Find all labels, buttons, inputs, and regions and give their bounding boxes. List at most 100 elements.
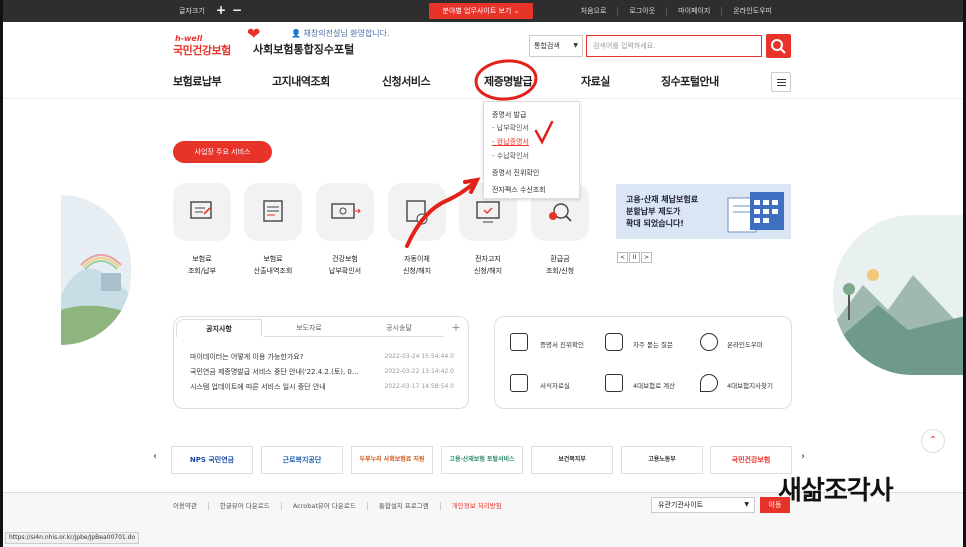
partner-durunuri[interactable]: 두루누리 사회보험료 지원 (351, 446, 433, 474)
notice-row-title[interactable]: 국민연금 제증명발급 서비스 중단 안내('22.4.2.(토), 0... (190, 367, 359, 377)
mypage-link[interactable]: 마이페이지 (666, 7, 721, 16)
nav-portal-guide[interactable]: 징수포털안내 (661, 73, 719, 89)
tab-public-notice[interactable]: 공시송달 (354, 319, 444, 337)
nav-resources[interactable]: 자료실 (581, 73, 610, 89)
service-auto-transfer-tile[interactable] (388, 183, 446, 241)
dropdown-item-efax[interactable]: 전자팩스 수신조회 (492, 185, 546, 195)
dropdown-item-full-payment-certificate[interactable]: - 완납증명서 (492, 137, 529, 147)
banner-line: 분할납부 제도가 (626, 207, 681, 216)
quick-link-branch-finder[interactable]: 4대보험지사찾기 (727, 380, 773, 390)
service-health-confirmation-tile[interactable] (316, 183, 374, 241)
scroll-top-button[interactable]: ⌃ (921, 429, 945, 453)
notice-row-title[interactable]: 시스템 업데이트에 따른 서비스 일시 중단 안내 (190, 382, 326, 392)
partners-prev-button[interactable]: ‹ (153, 451, 157, 462)
partner-comwel[interactable]: 근로복지공단 (261, 446, 343, 474)
quick-link-calculator[interactable]: 4대보험료 계산 (633, 380, 675, 390)
search-input[interactable]: 검색어를 입력하세요. (586, 35, 762, 57)
font-increase-button[interactable]: + (216, 3, 226, 17)
search-button[interactable] (766, 34, 791, 58)
partners-next-button[interactable]: › (801, 451, 805, 462)
notice-row-date: 2022-03-24 15:54:44.0 (384, 353, 454, 360)
related-sites-select[interactable]: 유관기관사이트 ▼ (651, 497, 755, 513)
main-services-button[interactable]: 사업장 주요 서비스 (173, 141, 272, 163)
tab-press[interactable]: 보도자료 (264, 319, 354, 337)
banner-line: 고용·산재 체납보험료 (626, 195, 699, 204)
more-plus-button[interactable]: + (446, 319, 466, 337)
installment-banner[interactable]: 고용·산재 체납보험료 분할납부 제도가 확대 되었습니다! (616, 184, 791, 239)
partner-total-service[interactable]: 고용·산재보험 토탈서비스 (441, 446, 523, 474)
notice-row-date: 2022-03-17 14:58:54.0 (384, 383, 454, 390)
utility-bar: 글자크기 + − 분야별 업무사이트 보기 ⌄ 처음으로 로그아웃 마이페이지 … (3, 0, 963, 22)
service-label: 보험료 산출내역조회 (253, 255, 293, 275)
banner-prev-button[interactable]: < (617, 252, 628, 263)
status-bar-url: https://si4n.nhis.or.kr/jpbe/JpBea00701.… (5, 532, 140, 544)
service-label: 환급금 조회/신청 (545, 255, 575, 275)
logout-link[interactable]: 로그아웃 (617, 7, 666, 16)
nav-notice-history[interactable]: 고지내역조회 (272, 73, 330, 89)
banner-line: 확대 되었습니다! (626, 219, 684, 228)
helper-chat-icon (700, 333, 718, 351)
certificate-verify-icon (510, 333, 528, 351)
notice-panel: 공지사항 보도자료 공시송달 + 마이데이터는 어떻게 이용 가능한가요? 20… (173, 316, 469, 409)
chevron-down-icon: ▼ (573, 42, 578, 49)
dropdown-item-authenticity[interactable]: 증명서 진위확인 (492, 168, 539, 178)
location-pin-icon (700, 374, 718, 392)
partner-nps[interactable]: NPS 국민연금 (171, 446, 253, 474)
menu-icon[interactable] (771, 72, 791, 92)
nav-premium-payment[interactable]: 보험료납부 (173, 73, 222, 89)
top-links: 처음으로 로그아웃 마이페이지 온라인도우미 (570, 7, 783, 16)
heart-logo-icon: ❤ (247, 24, 261, 43)
money-transfer-icon (331, 203, 361, 219)
faq-chat-icon (605, 333, 623, 351)
notice-row-date: 2022-03-22 13:14:42.0 (384, 368, 454, 375)
quick-link-forms[interactable]: 서식자료실 (540, 380, 570, 390)
related-sites-value: 유관기관사이트 (658, 501, 704, 509)
dropdown-item-payment-confirmation[interactable]: - 납부확인서 (492, 123, 529, 133)
search-scope-value: 통합검색 (534, 42, 560, 50)
notice-row-title[interactable]: 마이데이터는 어떻게 이용 가능한가요? (190, 352, 303, 362)
tab-notice[interactable]: 공지사항 (176, 319, 262, 337)
home-link[interactable]: 처음으로 (570, 7, 618, 16)
quick-link-online-helper[interactable]: 온라인도우미 (727, 339, 763, 349)
quick-links-panel: 증명서 진위확인 자주 묻는 질문 온라인도우미 서식자료실 4대보험료 계산 … (494, 316, 792, 409)
service-label: 자동이체 신청/해지 (402, 255, 432, 275)
nav-divider (3, 98, 963, 99)
font-decrease-button[interactable]: − (232, 3, 242, 17)
banner-pause-button[interactable]: II (629, 252, 640, 263)
watermark-text: 새삶조각사 (778, 476, 894, 506)
footer-privacy-link[interactable]: 개인정보 처리방침 (439, 502, 513, 510)
footer-installer-link[interactable]: 통합설치 프로그램 (366, 502, 440, 510)
footer-hwp-viewer-link[interactable]: 한글뷰어 다운로드 (207, 502, 281, 510)
footer-acrobat-link[interactable]: Acrobat뷰어 다운로드 (280, 502, 367, 510)
partner-moel[interactable]: 고용노동부 (621, 446, 703, 474)
partner-mohw[interactable]: 보건복지부 (531, 446, 613, 474)
nav-certificate-issue[interactable]: 제증명발급 (484, 73, 533, 89)
welcome-message: 👤 채창의전설님 환영합니다. (291, 28, 390, 39)
business-site-button[interactable]: 분야별 업무사이트 보기 ⌄ (429, 3, 533, 19)
decorative-illustration-left (61, 195, 131, 345)
calendar-document-icon (727, 192, 784, 233)
service-premium-payment-tile[interactable] (173, 183, 231, 241)
online-helper-link[interactable]: 온라인도우미 (721, 7, 783, 16)
banner-next-button[interactable]: > (641, 252, 652, 263)
quick-link-authenticity[interactable]: 증명서 진위확인 (540, 339, 584, 349)
portal-title[interactable]: 사회보험통합징수포털 (253, 41, 354, 57)
document-pen-icon (190, 201, 212, 219)
page-root: 글자크기 + − 분야별 업무사이트 보기 ⌄ 처음으로 로그아웃 마이페이지 … (0, 0, 966, 547)
welcome-text: 채창의전설님 환영합니다. (303, 29, 390, 38)
certificate-dropdown: 증명서 발급 - 납부확인서 - 완납증명서 - 수납확인서 증명서 진위확인 … (483, 101, 580, 199)
service-calculation-tile[interactable] (244, 183, 302, 241)
dropdown-item-receipt-confirmation[interactable]: - 수납확인서 (492, 151, 529, 161)
dropdown-group-certificate[interactable]: 증명서 발급 (492, 110, 526, 120)
search-scope-select[interactable]: 통합검색 ▼ (529, 35, 583, 57)
calculator-icon (605, 374, 623, 392)
quick-link-faq[interactable]: 자주 묻는 질문 (633, 339, 673, 349)
autopay-icon (406, 200, 428, 225)
font-size-label: 글자크기 (179, 7, 205, 15)
footer-terms-link[interactable]: 이용약관 (173, 502, 208, 510)
user-icon: 👤 (291, 29, 301, 38)
nav-application-service[interactable]: 신청서비스 (382, 73, 431, 89)
service-label: 보험료 조회/납부 (187, 255, 217, 275)
book-icon (510, 374, 528, 392)
logo-text[interactable]: 국민건강보험 (173, 42, 231, 58)
